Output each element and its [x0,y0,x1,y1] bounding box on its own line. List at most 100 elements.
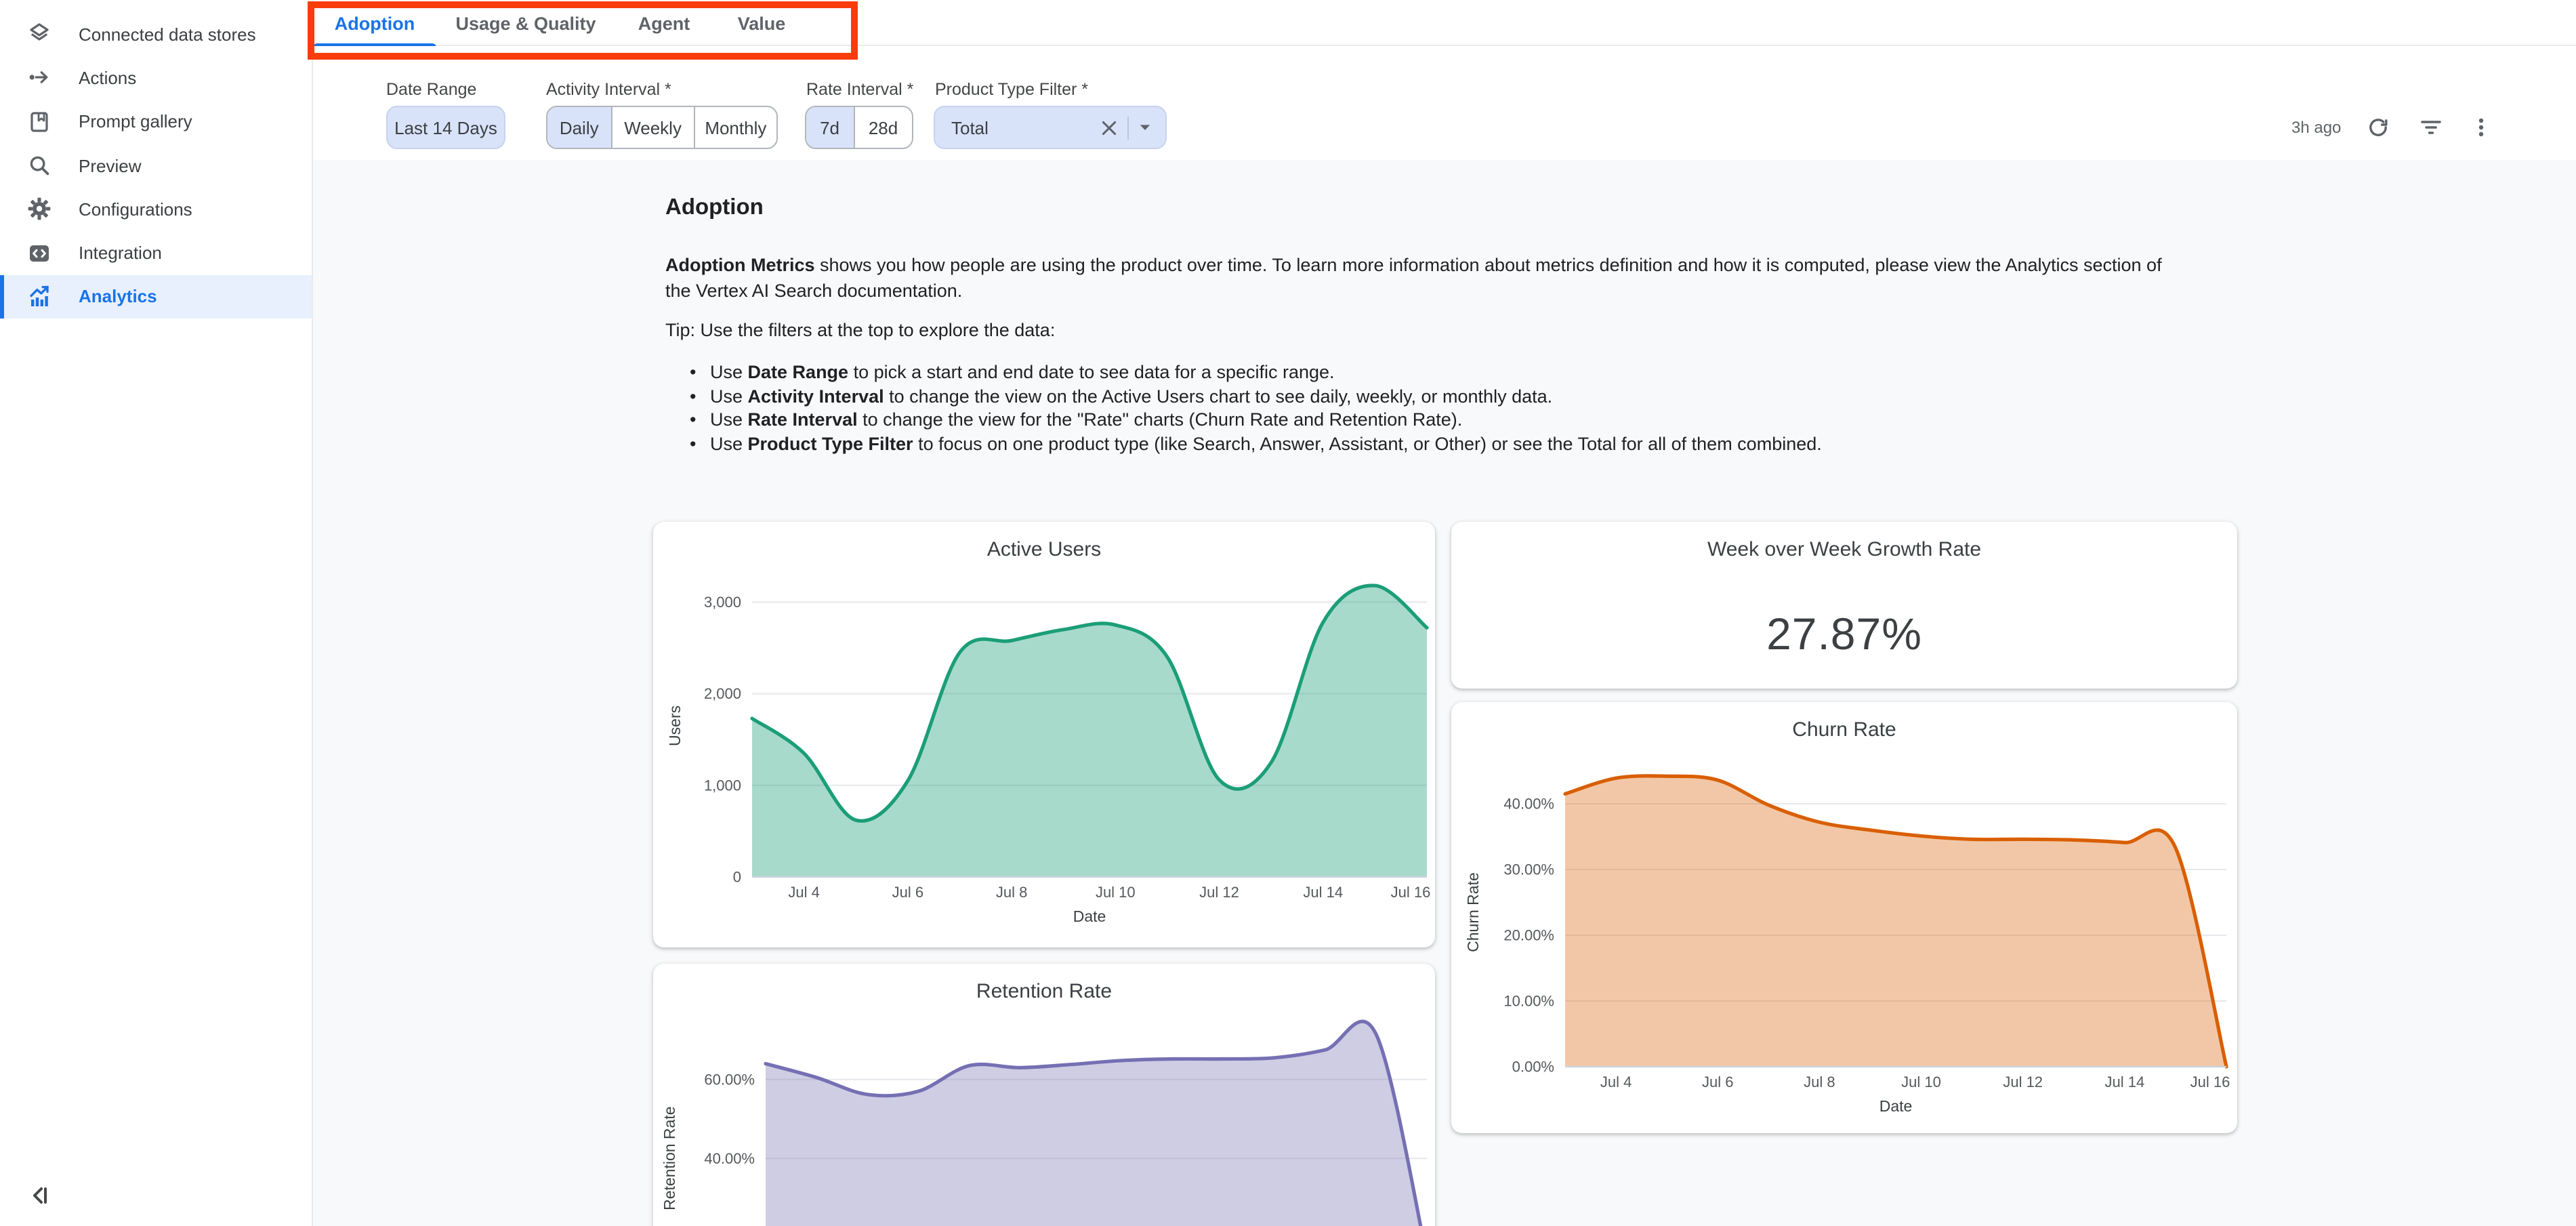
svg-text:0: 0 [733,868,741,885]
chart-title: Week over Week Growth Rate [1451,537,2237,560]
svg-text:Users: Users [666,705,684,745]
wow-growth-card: Week over Week Growth Rate 27.87% [1451,521,2237,689]
rate-interval-label: Rate Interval * [806,80,913,99]
main-panel: Adoption Usage & Quality Agent Value Dat… [313,0,2576,1226]
sidebar-item-analytics[interactable]: Analytics [0,275,312,319]
svg-text:40.00%: 40.00% [1503,796,1554,813]
rate-7d-button[interactable]: 7d [806,107,854,148]
activity-weekly-button[interactable]: Weekly [612,107,694,148]
retention-rate-area-chart: 20.00%40.00%60.00%Jul 4Jul 6Jul 8Jul 10J… [653,964,1435,1226]
active-users-area-chart: 0 1,000 2,000 3,000 Jul 4 Jul 6 Jul 8 Jul 10 Jul… [653,521,1435,947]
active-users-chart-card: Active Users 01,0002,0003,000Jul 4Jul 6J… [653,521,1435,947]
list-item: Use Date Range to pick a start and end d… [665,361,2210,384]
svg-text:60.00%: 60.00% [704,1071,755,1088]
churn-rate-chart-card: Churn Rate 0.00% 10.00% 20.00% 30.00% 40.00%… [1451,702,2237,1133]
svg-text:0.00%: 0.00% [1512,1059,1554,1076]
sidebar-item-label: Configurations [79,199,192,220]
product-type-select[interactable]: Total [934,106,1167,149]
arrow-from-dot-icon [27,66,51,90]
magnifier-icon [27,153,51,178]
svg-text:Jul 4: Jul 4 [788,883,819,900]
svg-text:Jul 10: Jul 10 [1096,883,1136,900]
svg-text:Jul 12: Jul 12 [2003,1074,2043,1090]
svg-text:Retention Rate: Retention Rate [661,1106,678,1210]
tab-agent[interactable]: Agent [621,0,707,46]
intro-paragraph: Adoption Metrics shows you how people ar… [665,253,2183,304]
page-title: Adoption [665,195,764,221]
wow-growth-value: 27.87% [1451,608,2237,659]
sidebar-item-prompt-gallery[interactable]: Prompt gallery [0,100,312,144]
filter-list-icon[interactable] [2418,115,2443,140]
sidebar-item-actions[interactable]: Actions [0,56,312,100]
divider [1127,116,1129,139]
svg-text:Jul 14: Jul 14 [1303,883,1343,900]
stacked-diamonds-icon [27,22,51,46]
app-root: Connected data stores Actions Prompt gal… [0,0,2576,1226]
svg-text:Jul 8: Jul 8 [996,883,1027,900]
svg-text:20.00%: 20.00% [1503,927,1554,944]
sidebar-item-connected-data-stores[interactable]: Connected data stores [0,12,312,56]
svg-text:1,000: 1,000 [704,776,741,793]
activity-interval-toggle: Daily Weekly Monthly [546,106,778,149]
svg-text:Date: Date [1879,1097,1913,1115]
churn-rate-area-chart: 0.00% 10.00% 20.00% 30.00% 40.00% Jul 4 Jul 6 J… [1451,702,2237,1133]
svg-text:Jul 6: Jul 6 [1702,1074,1733,1090]
svg-text:Churn Rate: Churn Rate [1464,872,1482,952]
list-item: Use Rate Interval to change the view for… [665,408,2210,432]
sidebar-item-label: Integration [79,243,162,263]
svg-text:3,000: 3,000 [704,593,741,610]
sidebar-item-integration[interactable]: Integration [0,231,312,275]
tip-text: Tip: Use the filters at the top to explo… [665,320,2183,340]
svg-text:2,000: 2,000 [704,684,741,701]
list-item: Use Product Type Filter to focus on one … [665,432,2210,455]
product-type-label: Product Type Filter * [935,80,1088,99]
sidebar-item-label: Connected data stores [79,24,256,44]
svg-text:Date: Date [1073,907,1106,924]
svg-text:30.00%: 30.00% [1503,861,1554,878]
refresh-meta-row: 3h ago [2291,106,2493,149]
retention-rate-chart-card: Retention Rate 20.00%40.00%60.00%Jul 4Ju… [653,964,1435,1226]
svg-text:10.00%: 10.00% [1503,993,1554,1010]
sidebar-item-label: Actions [79,68,136,88]
svg-text:Jul 8: Jul 8 [1804,1074,1835,1090]
svg-text:Jul 14: Jul 14 [2104,1074,2144,1090]
last-refreshed-text: 3h ago [2291,118,2341,137]
activity-interval-label: Activity Interval * [546,80,671,99]
sidebar-item-preview[interactable]: Preview [0,144,312,188]
rate-28d-button[interactable]: 28d [854,107,912,148]
clear-filter-icon[interactable] [1099,117,1119,138]
filter-bar: Date Range Activity Interval * Rate Inte… [313,46,2576,160]
activity-daily-button[interactable]: Daily [547,107,612,148]
code-brackets-icon [27,241,51,265]
rate-interval-toggle: 7d 28d [805,106,913,149]
svg-text:Jul 16: Jul 16 [1391,883,1431,900]
date-range-label: Date Range [386,80,476,99]
sidebar-item-label: Preview [79,155,142,176]
tab-adoption[interactable]: Adoption [313,0,436,46]
tab-bar: Adoption Usage & Quality Agent Value [313,0,2576,46]
refresh-icon[interactable] [2365,115,2390,140]
collapse-sidebar-icon[interactable] [24,1180,54,1210]
kebab-menu-icon[interactable] [2468,115,2493,140]
product-type-value: Total [951,117,989,138]
content-area: Adoption Adoption Metrics shows you how … [313,160,2576,1226]
sidebar-item-label: Analytics [79,287,157,307]
activity-monthly-button[interactable]: Monthly [695,107,776,148]
sidebar-item-configurations[interactable]: Configurations [0,187,312,231]
svg-text:Jul 4: Jul 4 [1600,1074,1632,1090]
chevron-down-icon[interactable] [1137,119,1153,136]
svg-text:40.00%: 40.00% [704,1150,755,1167]
tip-bullet-list: Use Date Range to pick a start and end d… [665,361,2210,455]
analytics-chart-icon [27,285,51,309]
sidebar-item-label: Prompt gallery [79,111,192,131]
gear-icon [27,197,51,222]
svg-text:Jul 10: Jul 10 [1901,1074,1941,1090]
svg-text:Jul 6: Jul 6 [892,883,923,900]
tab-value[interactable]: Value [724,0,799,46]
sidebar: Connected data stores Actions Prompt gal… [0,0,313,1226]
svg-text:Jul 16: Jul 16 [2190,1074,2230,1090]
svg-text:Jul 12: Jul 12 [1199,883,1239,900]
list-item: Use Activity Interval to change the view… [665,384,2210,408]
date-range-button[interactable]: Last 14 Days [386,106,505,149]
tab-usage-quality[interactable]: Usage & Quality [450,0,602,46]
